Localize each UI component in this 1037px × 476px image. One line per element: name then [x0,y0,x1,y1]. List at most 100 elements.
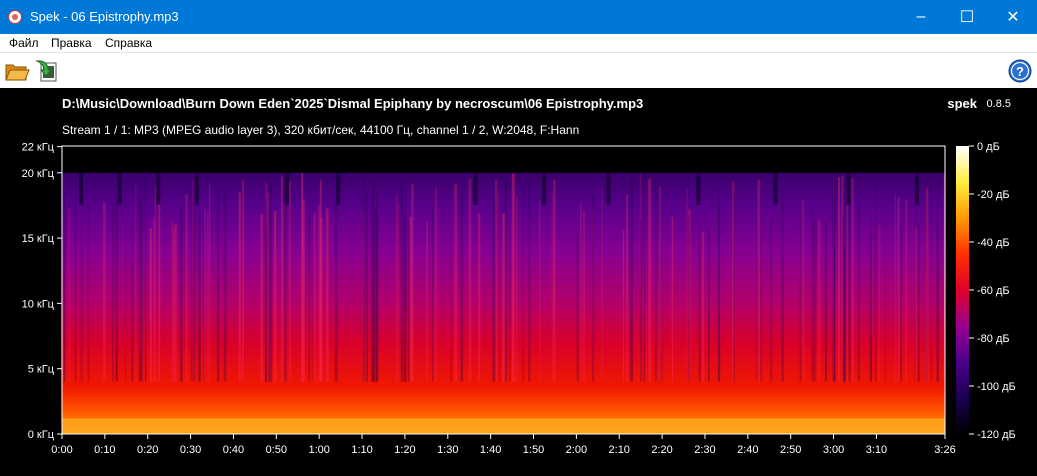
spectral-streak [407,219,411,382]
color-tick-label: -120 дБ [977,429,1016,441]
spectral-streak [516,196,518,382]
spectral-streak [659,186,662,382]
spectral-gap [284,172,289,205]
spectral-streak [870,215,872,382]
color-tick-label: -100 дБ [977,381,1016,393]
spectral-streak [878,224,881,382]
spectral-streak [643,173,645,382]
spectral-gap [194,172,199,205]
minimize-button[interactable]: – [898,0,944,34]
spectral-streak [583,210,585,382]
spectral-streak [757,179,761,382]
spectral-streak [450,231,452,382]
menu-file[interactable]: Файл [9,36,39,50]
spectral-streak [63,191,66,382]
spectral-streak [223,190,227,382]
spectral-streak [335,176,338,382]
spectral-streak [655,182,657,382]
spectral-streak [265,198,267,382]
spectral-streak [626,194,628,382]
spectral-streak [74,192,77,382]
menu-help[interactable]: Справка [105,36,152,50]
spectral-streak [371,192,373,382]
x-tick-label: 1:30 [437,444,458,456]
menu-edit[interactable]: Правка [51,36,92,50]
x-tick-label: 0:50 [266,444,287,456]
spectral-streak [551,192,553,382]
spectral-streak [190,177,194,382]
x-tick-label: 1:00 [308,444,329,456]
x-tick-label: 0:10 [94,444,115,456]
y-tick-label: 20 кГц [22,168,55,180]
spectral-streak [702,232,704,382]
spectral-streak [686,187,688,382]
spectral-streak [832,195,836,382]
spectral-streak [204,208,206,382]
spectral-streak [87,199,90,382]
help-button[interactable]: ? [1007,58,1033,84]
spectral-streak [426,221,428,382]
spectral-streak [900,225,902,382]
spectral-streak [769,220,773,382]
spectral-gap [117,172,122,205]
x-tick-label: 3:00 [823,444,844,456]
spectral-streak [241,179,245,382]
spectral-streak [884,222,886,382]
spectral-streak [149,228,153,382]
spectral-streak [504,181,507,382]
close-button[interactable]: ✕ [990,0,1036,34]
spectral-streak [432,207,434,382]
color-tick-label: -40 дБ [977,237,1010,249]
x-tick-label: 1:10 [351,444,372,456]
spectral-streak [207,210,209,382]
spectral-streak [718,204,721,382]
spectral-streak [671,216,673,382]
spectral-streak [80,222,83,382]
spectral-gap [336,172,341,205]
x-tick-label: 1:50 [523,444,544,456]
spectral-gap [79,172,84,205]
spectral-streak [576,230,580,382]
spectral-streak [648,178,652,382]
spectral-streak [851,177,854,382]
color-tick-label: 0 дБ [977,141,1000,153]
spectral-streak [846,187,849,382]
spectral-streak [936,182,939,382]
spectral-streak [579,202,583,382]
spectral-streak [509,225,511,382]
spectral-streak [553,180,556,382]
spectral-streak [478,213,481,382]
color-scale-bar [956,146,969,434]
spectral-streak [687,216,691,382]
spectral-gap [696,172,701,205]
spectral-streak [171,220,173,382]
spectral-streak [404,191,407,382]
spectral-streak [460,193,464,382]
x-tick-label: 0:40 [223,444,244,456]
x-tick-label: 2:00 [566,444,587,456]
spectral-streak [115,200,118,382]
save-button[interactable] [34,58,60,84]
spectral-streak [818,220,821,382]
spectral-gap [156,172,161,205]
spectral-streak [781,190,784,382]
spectral-gap [914,172,919,205]
spectral-streak [914,197,916,382]
open-folder-icon [5,64,30,81]
svg-text:?: ? [1016,64,1024,79]
spectral-streak [185,193,188,382]
spectral-gap [542,172,547,205]
x-tick-label: 2:10 [609,444,630,456]
x-tick-label: 0:00 [51,444,72,456]
spectral-streak [141,197,143,382]
spectral-streak [842,216,845,382]
spectrogram-viewer: D:\Music\Download\Burn Down Eden`2025`Di… [0,88,1037,476]
save-image-icon [35,60,57,82]
spectral-streak [283,188,287,382]
spectral-streak [894,193,896,382]
spectral-gap [773,172,778,205]
x-tick-label: 1:40 [480,444,501,456]
spectral-streak [193,212,196,382]
maximize-button[interactable]: ☐ [944,0,990,34]
open-file-button[interactable] [4,58,30,84]
